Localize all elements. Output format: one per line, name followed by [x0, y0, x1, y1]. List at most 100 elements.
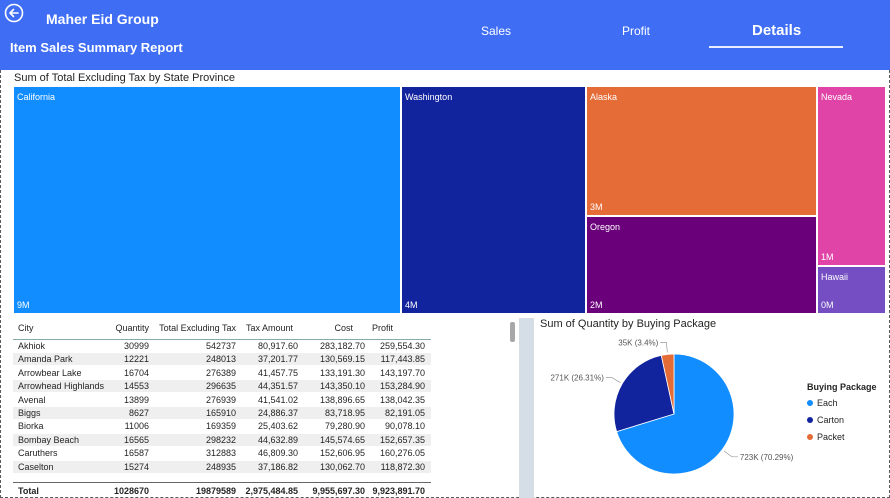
table-row[interactable]: Biggs 8627 165910 24,886.37 83,718.95 82,191.… — [13, 407, 431, 419]
table-row[interactable]: Arrowbear Lake 16704 276389 41,457.75 133,19… — [13, 367, 431, 379]
cell-city: Amanda Park — [18, 354, 73, 365]
tile-label: Washington — [405, 92, 453, 102]
tile-value: 2M — [590, 300, 603, 310]
cell-city: Avenal — [18, 394, 46, 405]
table-scrollbar-thumb[interactable] — [510, 322, 515, 342]
treemap-tile-california[interactable]: California 9M — [13, 86, 401, 314]
column-header-city[interactable]: City — [18, 323, 34, 333]
back-arrow-icon[interactable] — [4, 3, 24, 23]
column-header-total-excluding-tax[interactable]: Total Excluding Tax — [159, 323, 236, 333]
cell-quantity: 16565 — [123, 434, 149, 445]
cell-city: Caruthers — [18, 448, 58, 459]
cell-cost: 145,574.65 — [319, 434, 365, 445]
tile-label: Oregon — [590, 222, 621, 232]
tab-details[interactable]: Details — [752, 22, 801, 39]
pie-panel-edge — [519, 318, 534, 498]
cell-quantity: 12221 — [123, 354, 149, 365]
column-header-profit[interactable]: Profit — [372, 323, 393, 333]
treemap-title: Sum of Total Excluding Tax by State Prov… — [14, 72, 235, 84]
legend-swatch — [807, 417, 813, 423]
tab-sales[interactable]: Sales — [481, 24, 511, 38]
cell-total-excluding-tax: 276389 — [205, 367, 236, 378]
tile-label: California — [17, 92, 56, 102]
cell-total-excluding-tax: 296635 — [205, 381, 236, 392]
report-header: Maher Eid Group Item Sales Summary Repor… — [0, 0, 890, 70]
cell-cost: 133,191.30 — [319, 367, 365, 378]
cell-total-excluding-tax: 248013 — [205, 354, 236, 365]
cell-quantity: 30999 — [123, 341, 149, 351]
table-row[interactable]: Caselton 15274 248935 37,186.82 130,062.70 11… — [13, 460, 431, 473]
treemap-tile-alaska[interactable]: Alaska 3M — [586, 86, 817, 216]
total-quantity: 1028670 — [113, 486, 149, 496]
cell-quantity: 14553 — [123, 381, 149, 392]
column-header-cost[interactable]: Cost — [334, 323, 353, 333]
cell-profit: 90,078.10 — [384, 421, 425, 432]
table-row[interactable]: Bombay Beach 16565 298232 44,632.89 145,574.… — [13, 433, 431, 446]
table-row[interactable]: Amanda Park 12221 248013 37,201.77 130,569.1… — [13, 353, 431, 366]
cell-tax-amount: 25,403.62 — [257, 421, 298, 432]
table-row[interactable]: Akhiok 30999 542737 80,917.60 283,182.70 259,… — [13, 340, 431, 352]
legend-label: Packet — [817, 432, 845, 442]
cell-tax-amount: 37,201.77 — [257, 354, 298, 365]
cell-cost: 130,569.15 — [319, 354, 365, 365]
legend-label: Carton — [817, 415, 845, 425]
legend-swatch — [807, 400, 813, 406]
cell-tax-amount: 80,917.60 — [257, 341, 298, 351]
total-cost: 9,955,697.30 — [312, 486, 365, 496]
cell-city: Arrowbear Lake — [18, 367, 82, 378]
treemap-tile-washington[interactable]: Washington 4M — [401, 86, 586, 314]
cell-quantity: 11006 — [124, 421, 149, 432]
treemap-chart: California 9M Washington 4M Alaska 3M Or… — [13, 86, 886, 314]
table-row[interactable]: Avenal 13899 276939 41,541.02 138,896.65 138,… — [13, 394, 431, 406]
tile-value: 4M — [405, 300, 418, 310]
tile-value: 3M — [590, 202, 603, 212]
cell-cost: 152,606.95 — [319, 448, 365, 459]
data-label-leader — [605, 377, 621, 383]
tab-profit[interactable]: Profit — [622, 24, 650, 38]
cell-city: Bombay Beach — [18, 434, 80, 445]
cell-tax-amount: 44,632.89 — [257, 434, 298, 445]
cell-total-excluding-tax: 298232 — [205, 434, 236, 445]
company-name: Maher Eid Group — [46, 11, 159, 27]
tile-value: 0M — [821, 300, 834, 310]
cell-total-excluding-tax: 276939 — [205, 394, 236, 405]
legend-label: Each — [817, 398, 838, 408]
table-row[interactable]: Caruthers 16587 312883 46,809.30 152,606.95 1… — [13, 447, 431, 459]
treemap-tile-hawaii[interactable]: Hawaii 0M — [817, 266, 886, 314]
pie-data-label: 35K (3.4%) — [618, 338, 658, 347]
cell-profit: 143,197.70 — [379, 367, 425, 378]
cell-tax-amount: 24,886.37 — [257, 408, 298, 418]
tile-label: Hawaii — [821, 272, 849, 282]
cell-city: Caselton — [18, 461, 54, 472]
total-tax-amount: 2,975,484.85 — [245, 486, 298, 496]
tile-label: Alaska — [590, 92, 618, 102]
treemap-tile-nevada[interactable]: Nevada 1M — [817, 86, 886, 266]
table-row[interactable]: Biorka 11006 169359 25,403.62 79,280.90 90,07… — [13, 420, 431, 432]
cell-cost: 138,896.65 — [319, 394, 365, 405]
pie-data-label: 271K (26.31%) — [550, 374, 604, 383]
table-row[interactable]: Arrowhead Highlands 14553 296635 44,351.57 1… — [13, 380, 431, 393]
cell-quantity: 16704 — [123, 367, 149, 378]
cell-profit: 118,872.30 — [380, 461, 425, 472]
report-title: Item Sales Summary Report — [10, 40, 183, 55]
legend-swatch — [807, 434, 813, 440]
total-profit: 9,923,891.70 — [372, 486, 425, 496]
city-table: City Quantity Total Excluding Tax Tax Am… — [13, 318, 515, 498]
cell-profit: 259,554.30 — [379, 341, 425, 351]
column-header-quantity[interactable]: Quantity — [115, 323, 149, 333]
cell-total-excluding-tax: 169359 — [205, 421, 236, 432]
total-label: Total — [18, 486, 39, 496]
table-header: City Quantity Total Excluding Tax Tax Am… — [13, 318, 431, 340]
cell-quantity: 8627 — [128, 408, 149, 418]
cell-tax-amount: 41,541.02 — [257, 394, 298, 405]
legend-item-packet[interactable]: Packet — [807, 432, 877, 449]
cell-city: Akhiok — [18, 341, 46, 351]
legend-item-each[interactable]: Each — [807, 398, 877, 415]
cell-tax-amount: 46,809.30 — [257, 448, 298, 459]
treemap-tile-oregon[interactable]: Oregon 2M — [586, 216, 817, 314]
column-header-tax-amount[interactable]: Tax Amount — [246, 323, 293, 333]
legend-item-carton[interactable]: Carton — [807, 415, 877, 432]
cell-city: Biggs — [18, 408, 41, 418]
total-excluding-tax: 19879589 — [195, 486, 236, 496]
legend-title: Buying Package — [807, 382, 877, 392]
